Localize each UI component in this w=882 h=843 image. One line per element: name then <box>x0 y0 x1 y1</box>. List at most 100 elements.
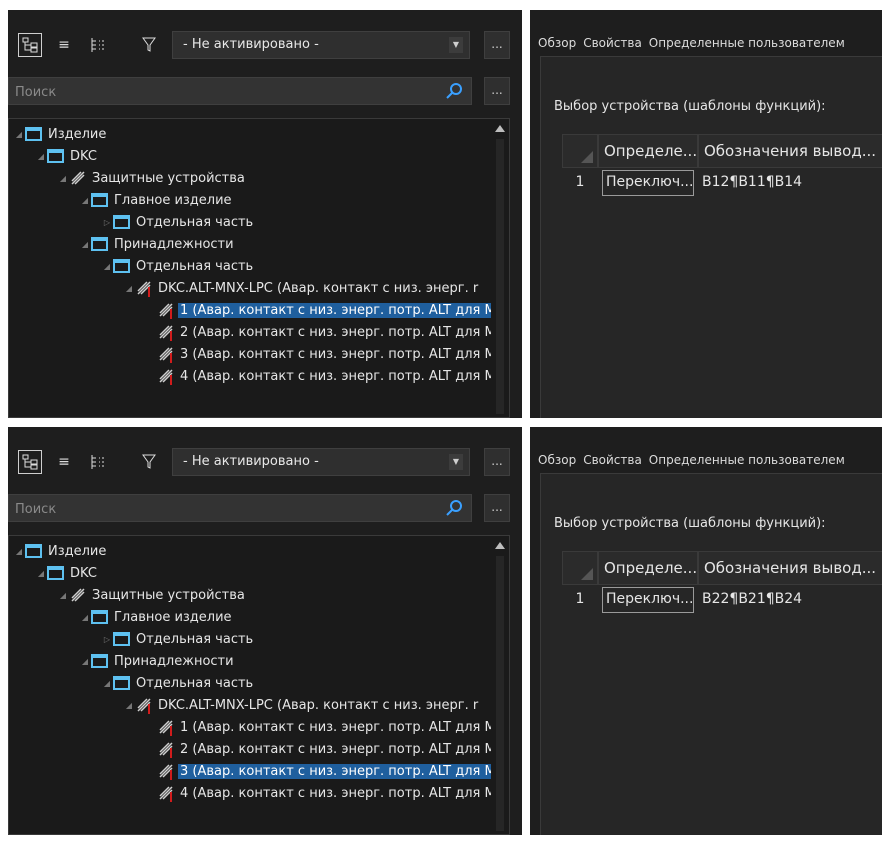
folder-icon <box>91 610 108 624</box>
tree-scrollbar[interactable] <box>491 119 509 417</box>
column-header-terminals[interactable]: Обозначения вывод... <box>698 134 882 168</box>
filter-dropdown[interactable]: - Не активировано - ▼ <box>172 448 470 476</box>
tree-node[interactable]: ▷ Отдельная часть <box>101 628 255 650</box>
filter-more-button[interactable]: ... <box>484 448 510 476</box>
scrollbar-thumb[interactable] <box>496 556 504 831</box>
chevron-down-icon[interactable]: ▼ <box>449 454 463 470</box>
definition-cell[interactable]: Переключ... <box>602 587 694 613</box>
filter-more-button[interactable]: ... <box>484 31 510 59</box>
scroll-up-icon[interactable] <box>495 542 505 549</box>
folder-icon <box>91 654 108 668</box>
tab-user-defined[interactable]: Определенные пользователем <box>649 36 845 50</box>
tree-node[interactable]: ◢ Изделие <box>13 123 108 145</box>
tab-bar: Обзор Свойства Определенные пользователем <box>538 453 852 467</box>
column-header-definition[interactable]: Определе... <box>598 551 698 585</box>
tree-node[interactable]: ◢ Главное изделие <box>79 189 234 211</box>
list-view-icon[interactable]: ≡ <box>52 450 76 474</box>
terminals-cell[interactable]: B22¶B21¶B24 <box>702 585 802 613</box>
structure-tree[interactable]: ◢ Изделие ◢ DKC ◢ Защитные устройства ◢ Глав… <box>8 118 510 418</box>
tab-properties[interactable]: Свойства <box>583 36 642 50</box>
tree-node[interactable]: ◢ DKC <box>35 562 99 584</box>
expand-icon[interactable]: ▷ <box>101 218 113 227</box>
view-toolbar: ≡ <box>18 449 110 475</box>
collapse-icon[interactable]: ◢ <box>57 591 69 600</box>
tree-node[interactable]: 1 (Авар. контакт с низ. энерг. потр. ALT… <box>157 716 498 738</box>
tree-node[interactable]: ◢ Защитные устройства <box>57 167 247 189</box>
tree-node[interactable]: ◢ Отдельная часть <box>101 672 255 694</box>
collapse-icon[interactable]: ◢ <box>79 196 91 205</box>
tab-overview[interactable]: Обзор <box>538 453 576 467</box>
tree-node[interactable]: ◢ DKC <box>35 145 99 167</box>
tree-node[interactable]: ◢ Принадлежности <box>79 233 236 255</box>
search-icon[interactable] <box>445 499 463 517</box>
tree-node[interactable]: ◢ Принадлежности <box>79 650 236 672</box>
tab-user-defined[interactable]: Определенные пользователем <box>649 453 845 467</box>
filter-icon[interactable] <box>136 32 162 58</box>
tree-node[interactable]: ◢ Изделие <box>13 540 108 562</box>
chevron-down-icon[interactable]: ▼ <box>449 37 463 53</box>
search-input[interactable] <box>13 81 437 103</box>
tree-node[interactable]: ▷ Отдельная часть <box>101 211 255 233</box>
hierarchy-view-icon[interactable] <box>86 450 110 474</box>
tree-node[interactable]: ◢ DKC.ALT-MNX-LPC (Авар. контакт с низ. э… <box>123 694 480 716</box>
search-more-button[interactable]: ... <box>484 77 510 105</box>
collapse-icon[interactable]: ◢ <box>57 174 69 183</box>
select-all-corner[interactable] <box>562 134 598 168</box>
tree-node-selected[interactable]: 1 (Авар. контакт с низ. энерг. потр. ALT… <box>157 299 498 321</box>
collapse-icon[interactable]: ◢ <box>101 679 113 688</box>
collapse-icon[interactable]: ◢ <box>79 657 91 666</box>
tree-node[interactable]: ◢ Отдельная часть <box>101 255 255 277</box>
tab-properties[interactable]: Свойства <box>583 453 642 467</box>
collapse-icon[interactable]: ◢ <box>101 262 113 271</box>
scroll-up-icon[interactable] <box>495 125 505 132</box>
list-view-icon[interactable]: ≡ <box>52 33 76 57</box>
tab-bar: Обзор Свойства Определенные пользователем <box>538 36 852 50</box>
tree-node-selected[interactable]: 3 (Авар. контакт с низ. энерг. потр. ALT… <box>157 760 498 782</box>
tree-node[interactable]: ◢ Защитные устройства <box>57 584 247 606</box>
expand-icon[interactable]: ▷ <box>101 635 113 644</box>
filter-dropdown-value: - Не активировано - <box>183 37 319 52</box>
section-title: Выбор устройства (шаблоны функций): <box>554 516 826 531</box>
collapse-icon[interactable]: ◢ <box>123 701 135 710</box>
row-number[interactable]: 1 <box>562 585 598 613</box>
tree-node[interactable]: 2 (Авар. контакт с низ. энерг. потр. ALT… <box>157 321 498 343</box>
tree-view-icon[interactable] <box>18 33 42 57</box>
filter-icon[interactable] <box>136 449 162 475</box>
column-header-terminals[interactable]: Обозначения вывод... <box>698 551 882 585</box>
filter-dropdown[interactable]: - Не активировано - ▼ <box>172 31 470 59</box>
collapse-icon[interactable]: ◢ <box>13 130 25 139</box>
definition-cell[interactable]: Переключ... <box>602 170 694 196</box>
collapse-icon[interactable]: ◢ <box>79 240 91 249</box>
terminals-cell[interactable]: B12¶B11¶B14 <box>702 168 802 196</box>
search-field[interactable] <box>8 77 472 105</box>
collapse-icon[interactable]: ◢ <box>123 284 135 293</box>
device-icon <box>159 720 173 736</box>
search-more-button[interactable]: ... <box>484 494 510 522</box>
tree-node[interactable]: 3 (Авар. контакт с низ. энерг. потр. ALT… <box>157 343 498 365</box>
collapse-icon[interactable]: ◢ <box>35 152 47 161</box>
tree-node[interactable]: 4 (Авар. контакт с низ. энерг. потр. ALT… <box>157 782 498 804</box>
tree-node[interactable]: ◢ DKC.ALT-MNX-LPC (Авар. контакт с низ. э… <box>123 277 480 299</box>
tree-node[interactable]: 4 (Авар. контакт с низ. энерг. потр. ALT… <box>157 365 498 387</box>
collapse-icon[interactable]: ◢ <box>35 569 47 578</box>
row-number[interactable]: 1 <box>562 168 598 196</box>
hierarchy-view-icon[interactable] <box>86 33 110 57</box>
search-input[interactable] <box>13 498 437 520</box>
collapse-icon[interactable]: ◢ <box>13 547 25 556</box>
column-header-definition[interactable]: Определе... <box>598 134 698 168</box>
collapse-icon[interactable]: ◢ <box>79 613 91 622</box>
structure-tree[interactable]: ◢ Изделие ◢ DKC ◢ Защитные устройства ◢ Глав… <box>8 535 510 835</box>
tree-scrollbar[interactable] <box>491 536 509 834</box>
search-icon[interactable] <box>445 82 463 100</box>
folder-icon <box>113 259 130 273</box>
scrollbar-thumb[interactable] <box>496 139 504 414</box>
select-all-corner[interactable] <box>562 551 598 585</box>
search-field[interactable] <box>8 494 472 522</box>
device-icon <box>159 764 173 780</box>
device-icon <box>159 303 173 319</box>
tree-node[interactable]: 2 (Авар. контакт с низ. энерг. потр. ALT… <box>157 738 498 760</box>
tree-view-icon[interactable] <box>18 450 42 474</box>
properties-panel-bottom: Обзор Свойства Определенные пользователем … <box>530 427 882 835</box>
tab-overview[interactable]: Обзор <box>538 36 576 50</box>
tree-node[interactable]: ◢ Главное изделие <box>79 606 234 628</box>
